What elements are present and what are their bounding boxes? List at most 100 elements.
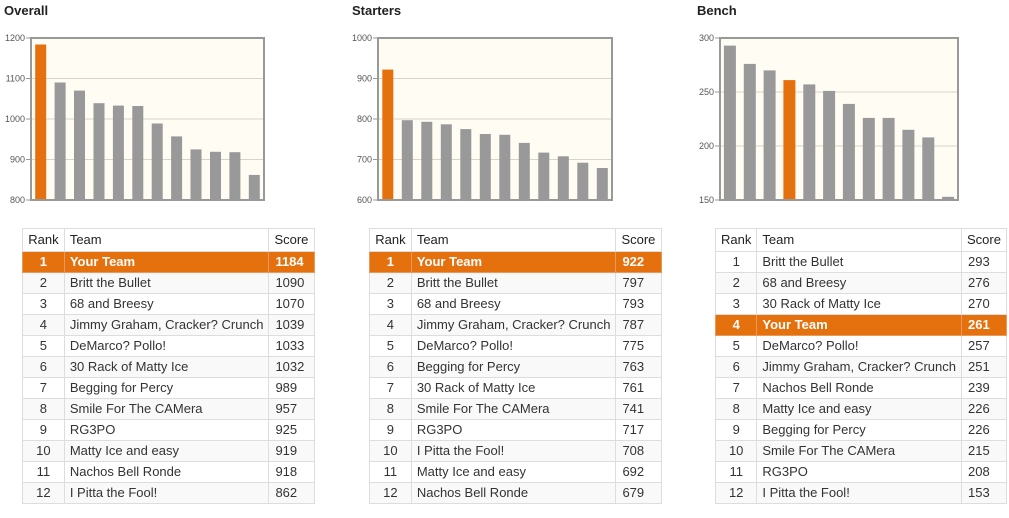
table-row[interactable]: 9 Begging for Percy 226 bbox=[714, 419, 1008, 441]
rank-cell: 10 bbox=[22, 440, 65, 462]
column-header-team[interactable]: Team bbox=[410, 228, 617, 252]
table-row[interactable]: 7 Begging for Percy 989 bbox=[22, 377, 315, 399]
table-row[interactable]: 4 Jimmy Graham, Cracker? Crunch 787 bbox=[369, 314, 662, 336]
y-tick-label: 1000 bbox=[5, 114, 25, 124]
score-cell: 226 bbox=[960, 398, 1008, 420]
table-row[interactable]: 11 Matty Ice and easy 692 bbox=[369, 461, 662, 483]
table-row[interactable]: 8 Smile For The CAMera 957 bbox=[22, 398, 315, 420]
table-row[interactable]: 9 RG3PO 925 bbox=[22, 419, 315, 441]
table-row[interactable]: 2 68 and Breesy 276 bbox=[714, 272, 1008, 294]
team-cell: Matty Ice and easy bbox=[63, 440, 270, 462]
table-row[interactable]: 2 Britt the Bullet 797 bbox=[369, 272, 662, 294]
column-header-score[interactable]: Score bbox=[268, 228, 315, 252]
table-row-your-team[interactable]: 1 Your Team 1184 bbox=[22, 251, 315, 273]
score-cell: 761 bbox=[615, 377, 662, 399]
table-row[interactable]: 3 30 Rack of Matty Ice 270 bbox=[714, 293, 1008, 315]
column-header-score[interactable]: Score bbox=[960, 228, 1008, 252]
table-row[interactable]: 9 RG3PO 717 bbox=[369, 419, 662, 441]
table-row[interactable]: 4 Jimmy Graham, Cracker? Crunch 1039 bbox=[22, 314, 315, 336]
table-row-your-team[interactable]: 1 Your Team 922 bbox=[369, 251, 662, 273]
team-cell: Your Team bbox=[756, 314, 962, 336]
table-row[interactable]: 3 68 and Breesy 1070 bbox=[22, 293, 315, 315]
score-cell: 775 bbox=[615, 335, 662, 357]
column-header-rank[interactable]: Rank bbox=[22, 228, 65, 252]
score-cell: 862 bbox=[268, 482, 315, 504]
team-cell: 30 Rack of Matty Ice bbox=[410, 377, 617, 399]
table-row[interactable]: 12 I Pitta the Fool! 153 bbox=[714, 482, 1008, 504]
table-row[interactable]: 7 30 Rack of Matty Ice 761 bbox=[369, 377, 662, 399]
table-row[interactable]: 11 RG3PO 208 bbox=[714, 461, 1008, 483]
bar bbox=[229, 152, 241, 200]
rank-cell: 11 bbox=[714, 461, 758, 483]
team-cell: 30 Rack of Matty Ice bbox=[63, 356, 270, 378]
team-cell: Begging for Percy bbox=[410, 356, 617, 378]
team-cell: RG3PO bbox=[63, 419, 270, 441]
table-row[interactable]: 5 DeMarco? Pollo! 257 bbox=[714, 335, 1008, 357]
rank-cell: 1 bbox=[714, 251, 758, 273]
bar bbox=[803, 84, 816, 200]
table-row[interactable]: 10 I Pitta the Fool! 708 bbox=[369, 440, 662, 462]
score-cell: 922 bbox=[615, 251, 662, 273]
team-cell: Matty Ice and easy bbox=[756, 398, 962, 420]
rank-cell: 1 bbox=[22, 251, 65, 273]
bar bbox=[171, 136, 183, 200]
rank-cell: 2 bbox=[369, 272, 412, 294]
bar bbox=[743, 63, 756, 201]
table-row[interactable]: 7 Nachos Bell Ronde 239 bbox=[714, 377, 1008, 399]
table-row[interactable]: 1 Britt the Bullet 293 bbox=[714, 251, 1008, 273]
bar bbox=[248, 174, 260, 200]
table-row[interactable]: 8 Matty Ice and easy 226 bbox=[714, 398, 1008, 420]
bar bbox=[902, 129, 915, 200]
score-cell: 1033 bbox=[268, 335, 315, 357]
y-tick-label: 200 bbox=[699, 141, 714, 151]
table-row[interactable]: 10 Matty Ice and easy 919 bbox=[22, 440, 315, 462]
rank-cell: 8 bbox=[369, 398, 412, 420]
table-row[interactable]: 5 DeMarco? Pollo! 775 bbox=[369, 335, 662, 357]
y-tick-label: 800 bbox=[357, 114, 372, 124]
bar bbox=[421, 121, 433, 200]
column-header-rank[interactable]: Rank bbox=[369, 228, 412, 252]
column-header-rank[interactable]: Rank bbox=[714, 228, 758, 252]
score-cell: 989 bbox=[268, 377, 315, 399]
column-header-team[interactable]: Team bbox=[63, 228, 270, 252]
bar bbox=[401, 120, 413, 200]
bar bbox=[460, 129, 472, 200]
table-row[interactable]: 10 Smile For The CAMera 215 bbox=[714, 440, 1008, 462]
bar bbox=[882, 117, 895, 200]
column-header-score[interactable]: Score bbox=[615, 228, 662, 252]
score-cell: 257 bbox=[960, 335, 1008, 357]
table-row[interactable]: 6 Jimmy Graham, Cracker? Crunch 251 bbox=[714, 356, 1008, 378]
table-row[interactable]: 12 Nachos Bell Ronde 679 bbox=[369, 482, 662, 504]
table-row[interactable]: 5 DeMarco? Pollo! 1033 bbox=[22, 335, 315, 357]
bar bbox=[132, 106, 144, 200]
rank-cell: 9 bbox=[22, 419, 65, 441]
score-cell: 708 bbox=[615, 440, 662, 462]
bar-highlighted bbox=[35, 44, 47, 200]
bar bbox=[54, 82, 66, 200]
bar bbox=[74, 90, 85, 200]
table-row[interactable]: 2 Britt the Bullet 1090 bbox=[22, 272, 315, 294]
table-row[interactable]: 8 Smile For The CAMera 741 bbox=[369, 398, 662, 420]
score-cell: 925 bbox=[268, 419, 315, 441]
rank-cell: 1 bbox=[369, 251, 412, 273]
team-cell: Nachos Bell Ronde bbox=[756, 377, 962, 399]
score-cell: 215 bbox=[960, 440, 1008, 462]
bar bbox=[93, 103, 105, 200]
rank-cell: 12 bbox=[714, 482, 758, 504]
bar-chart-starters: 600 700 800 900 1000 bbox=[352, 33, 613, 205]
rank-table-starters: Rank Team Score 1 Your Team 922 2 Britt the … bbox=[369, 228, 662, 504]
bar bbox=[440, 124, 452, 200]
table-row[interactable]: 11 Nachos Bell Ronde 918 bbox=[22, 461, 315, 483]
table-row[interactable]: 6 30 Rack of Matty Ice 1032 bbox=[22, 356, 315, 378]
y-tick-label: 300 bbox=[699, 33, 714, 43]
rank-cell: 3 bbox=[22, 293, 65, 315]
score-cell: 717 bbox=[615, 419, 662, 441]
table-row[interactable]: 3 68 and Breesy 793 bbox=[369, 293, 662, 315]
table-row[interactable]: 6 Begging for Percy 763 bbox=[369, 356, 662, 378]
bar bbox=[823, 90, 836, 200]
column-header-team[interactable]: Team bbox=[756, 228, 962, 252]
table-row-your-team[interactable]: 4 Your Team 261 bbox=[714, 314, 1008, 336]
table-row[interactable]: 12 I Pitta the Fool! 862 bbox=[22, 482, 315, 504]
table-header-row: Rank Team Score bbox=[369, 228, 662, 252]
team-cell: Smile For The CAMera bbox=[756, 440, 962, 462]
